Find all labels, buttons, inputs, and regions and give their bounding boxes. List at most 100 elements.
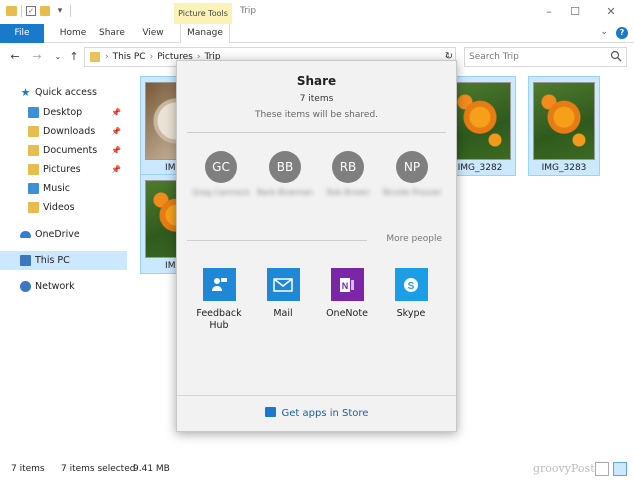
folder-icon: [28, 145, 39, 156]
feedback-hub-icon: [202, 268, 236, 301]
chevron-right-icon: ›: [105, 52, 109, 62]
breadcrumb-this-pc[interactable]: This PC: [113, 52, 146, 62]
status-item-count: 7 items: [11, 464, 45, 474]
share-app-feedback-hub[interactable]: Feedback Hub: [187, 268, 251, 332]
search-input[interactable]: Search Trip: [464, 47, 627, 67]
share-contact[interactable]: NP Nicolle Prosser: [382, 151, 442, 198]
store-link-label: Get apps in Store: [281, 408, 369, 419]
photo-thumbnail: [449, 82, 511, 160]
avatar: RB: [332, 151, 364, 183]
back-arrow-icon[interactable]: ←: [8, 49, 22, 65]
qat-dropdown-icon[interactable]: ▾: [54, 5, 66, 17]
watermark: groovyPost: [533, 462, 595, 475]
share-item-count: 7 items: [299, 94, 334, 104]
navigation-pane: ★ Quick access Desktop 📌 Downloads 📌 Doc…: [0, 80, 127, 460]
pin-icon[interactable]: 📌: [111, 165, 121, 174]
close-button[interactable]: ✕: [600, 3, 622, 21]
nav-item-documents[interactable]: Documents 📌: [0, 141, 127, 160]
share-contact[interactable]: RB Rob Brown: [318, 151, 378, 198]
title-bar: ✓ ▾ Picture Tools Trip – ☐ ✕: [0, 0, 634, 24]
divider: [187, 240, 367, 241]
status-bar: 7 items 7 items selected 9.41 MB groovyP…: [0, 460, 634, 480]
search-placeholder: Search Trip: [469, 52, 519, 62]
share-app-onenote[interactable]: N OneNote: [315, 268, 379, 320]
onenote-icon: N: [330, 268, 364, 301]
recent-locations-icon[interactable]: ⌄: [51, 49, 65, 65]
tab-view[interactable]: View: [136, 24, 170, 43]
contact-name: Rob Brown: [326, 188, 370, 197]
nav-item-music[interactable]: Music: [0, 179, 127, 198]
computer-icon: [20, 255, 31, 266]
divider: [187, 132, 446, 133]
share-app-mail[interactable]: Mail: [251, 268, 315, 320]
picture-tools-context-label: Picture Tools: [174, 3, 232, 24]
nav-item-onedrive[interactable]: OneDrive: [0, 225, 127, 244]
folder-icon: [28, 126, 39, 137]
footer-content: Get apps in Store: [177, 407, 456, 419]
nav-item-label: Pictures: [43, 164, 81, 175]
tab-home[interactable]: Home: [50, 24, 96, 43]
nav-item-downloads[interactable]: Downloads 📌: [0, 122, 127, 141]
nav-item-desktop[interactable]: Desktop 📌: [0, 103, 127, 122]
share-subtitle: These items will be shared.: [254, 110, 379, 120]
tab-file[interactable]: File: [0, 24, 44, 43]
share-title: Share: [296, 74, 337, 88]
share-contact[interactable]: BB Barb Bowman: [255, 151, 315, 198]
nav-item-label: OneDrive: [35, 229, 80, 240]
nav-item-label: Network: [35, 281, 75, 292]
tab-manage[interactable]: Manage: [180, 24, 230, 43]
ribbon-tabs: File Home Share View Manage ⌄ ?: [0, 24, 634, 43]
window-icon: [6, 6, 17, 16]
star-icon: ★: [20, 86, 31, 99]
avatar: BB: [269, 151, 301, 183]
nav-item-label: This PC: [35, 255, 70, 266]
status-selected-count: 7 items selected: [61, 464, 136, 474]
help-icon[interactable]: ?: [616, 27, 628, 39]
share-app-skype[interactable]: S Skype: [379, 268, 443, 320]
tab-share[interactable]: Share: [96, 24, 128, 43]
avatar: GC: [205, 151, 237, 183]
avatar: NP: [396, 151, 428, 183]
search-icon[interactable]: [610, 50, 622, 62]
app-label: Skype: [396, 308, 426, 319]
properties-icon[interactable]: ✓: [26, 6, 36, 16]
folder-icon: [28, 164, 39, 175]
nav-item-label: Videos: [43, 202, 75, 213]
maximize-button[interactable]: ☐: [564, 3, 586, 21]
contact-name: Barb Bowman: [257, 188, 313, 197]
nav-item-pictures[interactable]: Pictures 📌: [0, 160, 127, 179]
svg-text:S: S: [408, 281, 415, 292]
details-view-icon[interactable]: [595, 462, 609, 476]
forward-arrow-icon[interactable]: →: [30, 49, 44, 65]
svg-text:N: N: [342, 281, 349, 291]
ribbon-expand-button[interactable]: ⌄: [600, 27, 608, 39]
skype-icon: S: [394, 268, 428, 301]
window-title: Trip: [240, 6, 257, 16]
toolbar-divider: [21, 5, 22, 17]
app-label: Mail: [273, 308, 293, 319]
up-arrow-icon[interactable]: ↑: [67, 49, 81, 65]
network-icon: [20, 281, 31, 292]
nav-item-label: Downloads: [43, 126, 96, 137]
app-label: OneNote: [326, 308, 368, 319]
share-contact[interactable]: GC Greg Carmack: [191, 151, 251, 198]
music-icon: [28, 183, 39, 194]
pin-icon[interactable]: 📌: [111, 146, 121, 155]
large-icons-view-icon[interactable]: [613, 462, 627, 476]
minimize-button[interactable]: –: [538, 3, 560, 21]
nav-item-quick-access[interactable]: ★ Quick access: [0, 83, 127, 102]
new-folder-icon[interactable]: [40, 6, 50, 16]
file-thumbnail[interactable]: IMG_3283: [528, 76, 600, 176]
nav-item-label: Documents: [43, 145, 98, 156]
nav-item-this-pc[interactable]: This PC: [0, 251, 127, 270]
quick-access-toolbar: ✓ ▾: [6, 5, 71, 17]
app-label: Feedback Hub: [196, 308, 242, 331]
folder-icon: [90, 52, 100, 62]
more-people-link[interactable]: More people: [386, 234, 442, 244]
pin-icon[interactable]: 📌: [111, 127, 121, 136]
pin-icon[interactable]: 📌: [111, 108, 121, 117]
get-apps-in-store-button[interactable]: Get apps in Store: [177, 395, 456, 431]
nav-item-videos[interactable]: Videos: [0, 198, 127, 217]
nav-item-network[interactable]: Network: [0, 277, 127, 296]
folder-icon: [28, 202, 39, 213]
